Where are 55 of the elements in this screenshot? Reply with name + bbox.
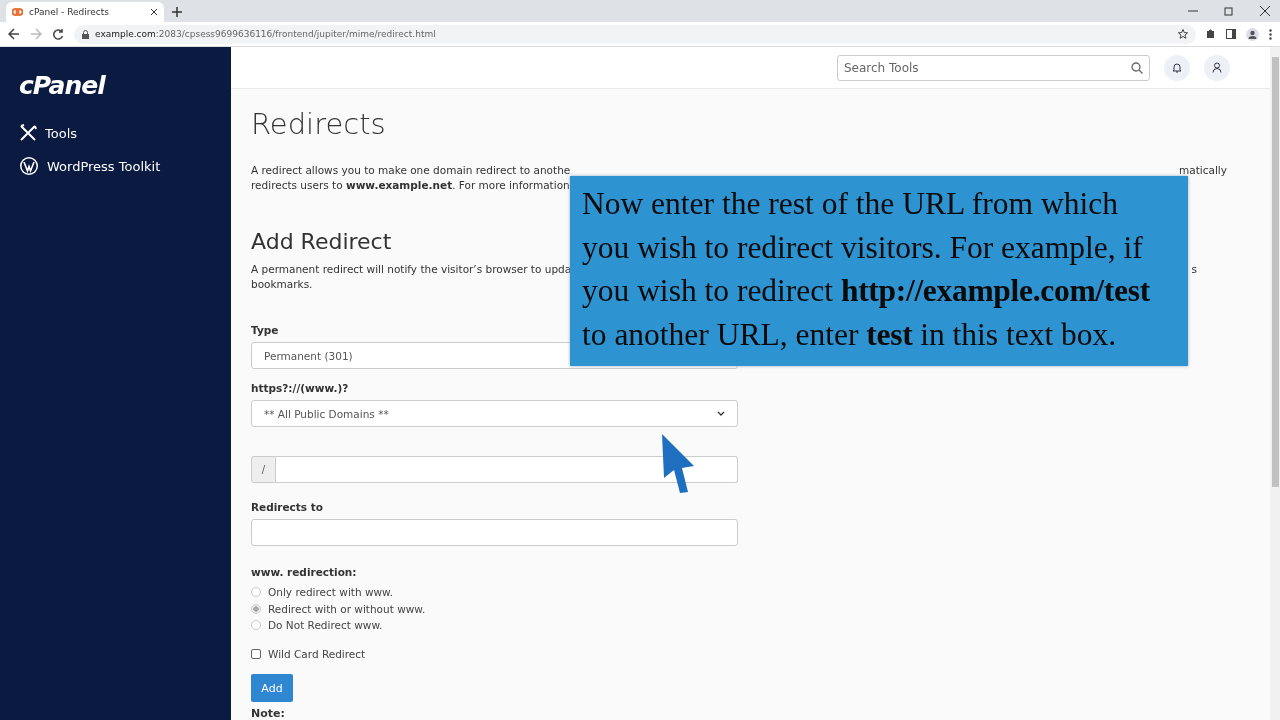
field-label: Type: [251, 324, 279, 336]
redirects-to-field[interactable]: [251, 519, 738, 546]
restore-icon[interactable]: [1224, 6, 1234, 16]
lock-icon: [82, 29, 89, 39]
intro-text: A redirect allows you to make one domain redirect to anothe: [251, 163, 571, 178]
cursor-icon: [660, 432, 696, 494]
domain-select[interactable]: ** All Public Domains **: [251, 400, 738, 427]
note-label: Note:: [251, 707, 286, 720]
add-button[interactable]: Add: [251, 674, 293, 702]
sidebar-item[interactable]: Tools: [19, 124, 231, 142]
radio-option[interactable]: Only redirect with www.: [251, 584, 738, 601]
cpanel-icon: [12, 8, 23, 16]
intro-text: redirects users to www.example.net. For more information: [251, 178, 570, 193]
sidebar-item[interactable]: WordPress Toolkit: [19, 156, 231, 176]
search-field[interactable]: Search Tools: [837, 54, 1150, 81]
radio-button[interactable]: [251, 587, 261, 598]
tools-icon: [19, 124, 37, 142]
notifications-button[interactable]: [1164, 54, 1190, 81]
wildcard-option[interactable]: Wild Card Redirect: [251, 645, 738, 662]
checkbox[interactable]: [251, 648, 261, 659]
close-icon[interactable]: [150, 8, 158, 16]
chevron-down-icon: [717, 411, 725, 416]
radio-button[interactable]: [251, 620, 261, 631]
field-label: https?://(www.)?: [251, 382, 349, 394]
new-tab-icon[interactable]: [172, 7, 182, 17]
side-panel-icon[interactable]: [1226, 29, 1236, 39]
radio-button[interactable]: [251, 603, 261, 614]
bell-icon: [1172, 62, 1182, 73]
section-text: s: [1191, 262, 1197, 277]
menu-icon[interactable]: [1269, 28, 1272, 40]
cpanel-logo[interactable]: cPanel: [19, 71, 231, 100]
close-icon[interactable]: [1260, 6, 1270, 16]
browser-tab[interactable]: cPanel - Redirects: [6, 2, 164, 22]
tutorial-tooltip: Now enter the rest of the URL from which you wish to redirect visitors. For example, if you wish to redirect http://example.com/test to another URL, enter test in this text box.: [570, 176, 1188, 366]
path-prefix: /: [251, 456, 276, 483]
back-icon[interactable]: [8, 28, 20, 40]
intro-text: matically: [1179, 163, 1227, 178]
scrollbar[interactable]: [1270, 47, 1280, 720]
field-label: www. redirection:: [251, 566, 357, 578]
page-title: Redirects: [251, 107, 387, 141]
path-field[interactable]: [276, 456, 738, 483]
address-bar[interactable]: example.com:2083/cpsess9699636116/frontend/jupiter/mime/redirect.html: [74, 24, 1196, 44]
section-text: bookmarks.: [251, 277, 313, 292]
reload-icon[interactable]: [52, 28, 64, 40]
wordpress-icon: [19, 156, 39, 176]
section-text: A permanent redirect will notify the visitor’s browser to upda: [251, 262, 572, 277]
section-title: Add Redirect: [251, 229, 392, 254]
field-label: Redirects to: [251, 501, 323, 513]
search-icon: [1131, 61, 1143, 74]
radio-option[interactable]: Redirect with or without www.: [251, 600, 738, 617]
user-icon: [1212, 62, 1222, 73]
radio-option[interactable]: Do Not Redirect www.: [251, 617, 738, 634]
user-button[interactable]: [1204, 54, 1230, 81]
profile-icon[interactable]: [1246, 27, 1259, 41]
star-icon[interactable]: [1178, 29, 1188, 39]
